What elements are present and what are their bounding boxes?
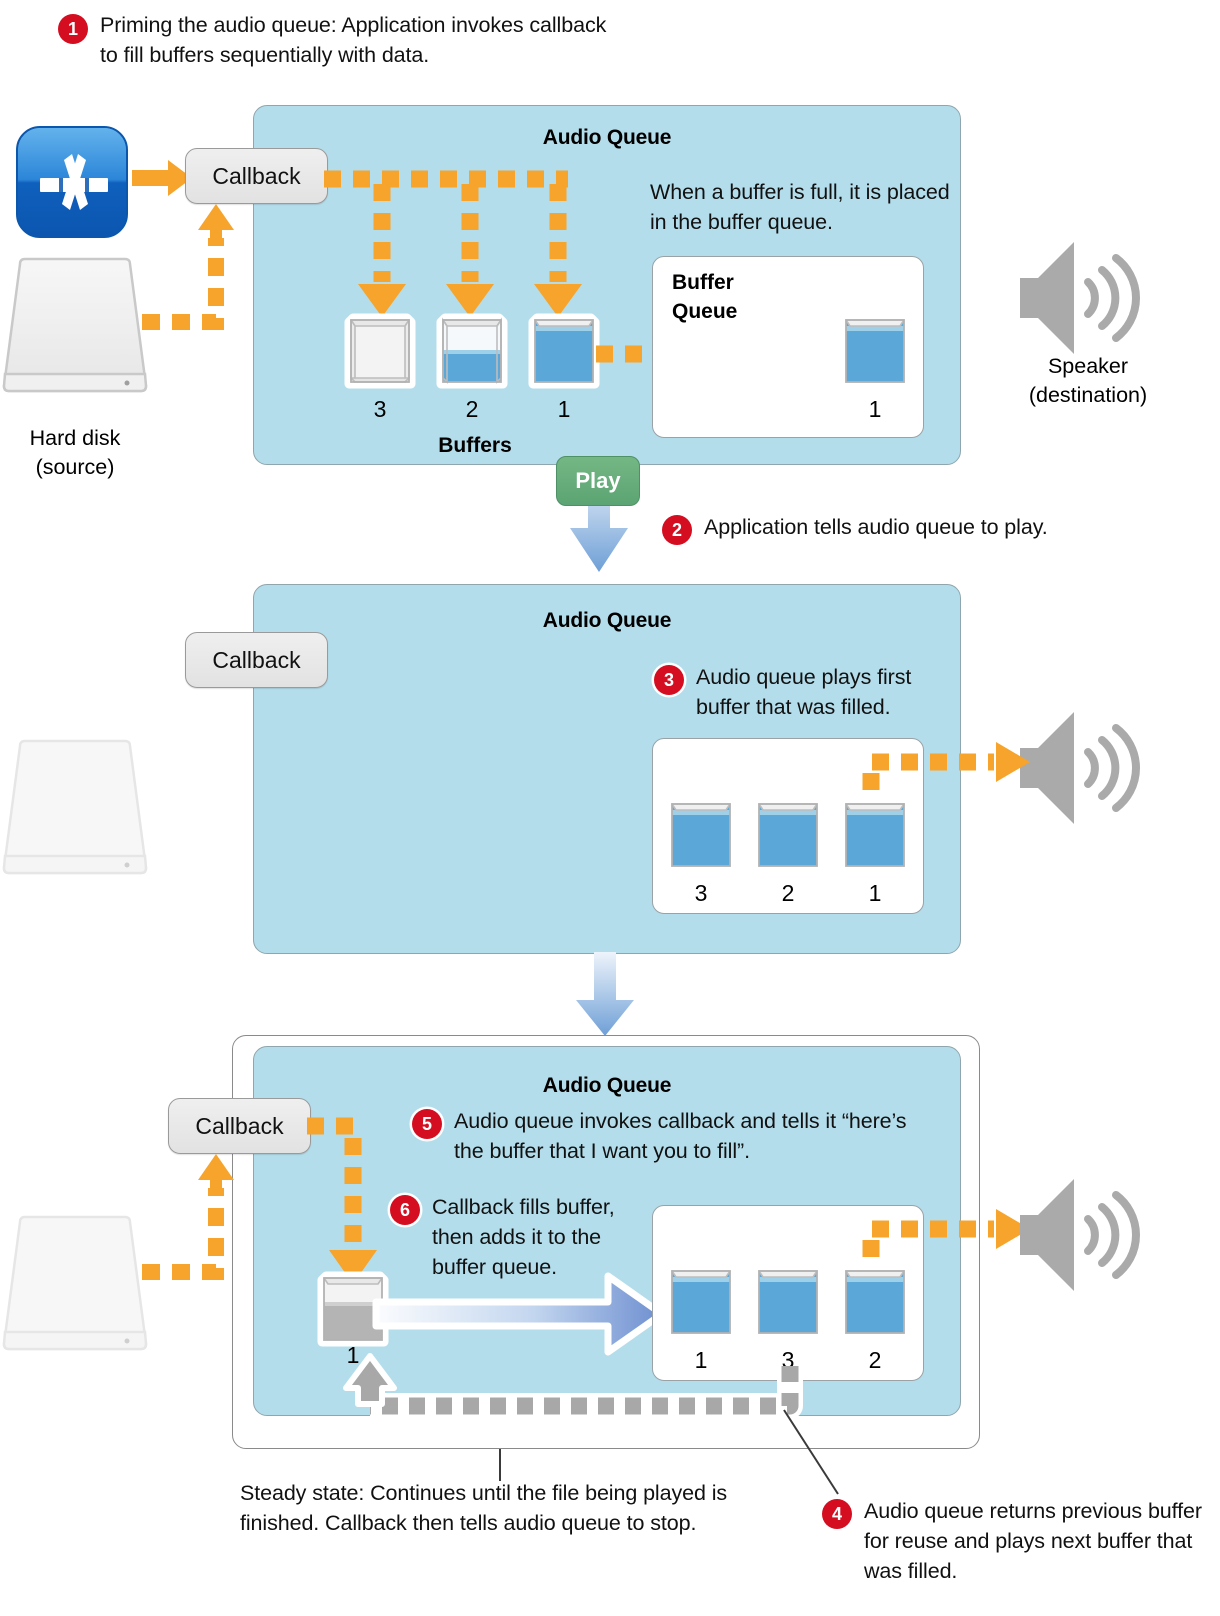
buffer-icon-empty — [344, 313, 416, 389]
callback-fill-dashed-bus — [320, 162, 620, 322]
audio-queue-title-1: Audio Queue — [542, 126, 672, 149]
callback-label-1: Callback — [212, 162, 301, 189]
buffer-icon-half — [436, 313, 508, 389]
hard-disk-label: Hard disk (source) — [0, 424, 160, 482]
buffer-queue-title-line2: Queue — [672, 300, 738, 323]
dashed-orange-path — [142, 204, 234, 334]
app-store-icon — [16, 126, 128, 238]
panel2-to-panel3-arrow — [572, 952, 638, 1040]
dashed-grey-return — [343, 1353, 803, 1419]
buffer-number: 2 — [868, 1347, 882, 1373]
callback-chip-2[interactable]: Callback — [185, 632, 328, 688]
buffer-number: 3 — [373, 396, 387, 422]
play-label: Play — [575, 468, 621, 493]
hard-disk-label-line1: Hard disk — [29, 426, 121, 450]
step-1-callout: 1 Priming the audio queue: Application i… — [58, 10, 618, 70]
step-badge-5: 5 — [412, 1109, 442, 1139]
hard-disk-glyph — [2, 739, 148, 875]
buffer-icon-full — [665, 1264, 737, 1340]
step-1-text: Priming the audio queue: Application inv… — [100, 13, 607, 67]
buffer-queue-item-1 — [839, 312, 916, 392]
step-badge-3: 3 — [654, 665, 684, 695]
callback-chip-1[interactable]: Callback — [185, 148, 328, 204]
hard-disk-label-line2: (source) — [35, 455, 115, 479]
step-4-text: Audio queue returns previous buffer for … — [864, 1499, 1202, 1583]
callback-label-2: Callback — [212, 646, 301, 673]
speaker-glyph — [1020, 1179, 1140, 1291]
speaker-glyph — [1020, 242, 1140, 354]
speaker-icon-3 — [1018, 1173, 1150, 1297]
buffers-label: Buffers — [438, 434, 512, 457]
step-badge-6: 6 — [390, 1195, 420, 1225]
dashed-orange-bus — [324, 170, 582, 317]
buffer-queue-items-2 — [665, 796, 911, 876]
buffer-icon-full — [528, 313, 600, 389]
buffer-queue-title: Buffer Queue — [672, 268, 737, 326]
buffers-svg-3 — [665, 1264, 911, 1340]
buffer-icon-full — [752, 797, 824, 873]
buffer-number: 1 — [557, 396, 571, 422]
buffer-icon-full — [752, 1264, 824, 1340]
buffer-number: 2 — [465, 396, 479, 422]
buffer-number: 2 — [781, 880, 795, 906]
hard-disk-glyph — [2, 1215, 148, 1351]
buffer-queue-items-3 — [665, 1263, 911, 1343]
queue-to-speaker-dashed-3 — [862, 1209, 1032, 1267]
step-3-text: Audio queue plays first buffer that was … — [696, 665, 912, 719]
step-4-leader-line — [782, 1408, 852, 1502]
step-badge-2: 2 — [662, 515, 692, 545]
step-badge-4: 4 — [822, 1499, 852, 1529]
steady-state-caption: Steady state: Continues until the file b… — [240, 1481, 728, 1535]
disk-to-callback-dashed-path-3 — [136, 1150, 246, 1280]
buffer-queue-title-line1: Buffer — [672, 271, 734, 294]
blue-right-arrow — [372, 1272, 666, 1356]
speaker-icon-1 — [1018, 236, 1150, 360]
buffer-return-dashed-path — [330, 1353, 810, 1428]
dashed-orange-to-speaker — [862, 742, 1030, 790]
step-2-text: Application tells audio queue to play. — [704, 515, 1048, 539]
dashed-orange-path — [307, 1117, 377, 1284]
step-4-callout: 4 Audio queue returns previous buffer fo… — [822, 1496, 1202, 1586]
disk-to-callback-dashed-path — [136, 200, 246, 334]
buffer-icon-full — [665, 797, 737, 873]
step-5-text: Audio queue invokes callback and tells i… — [454, 1109, 907, 1163]
audio-queue-title-2: Audio Queue — [542, 609, 672, 632]
dashed-orange-to-speaker — [862, 1209, 1030, 1257]
buffer-icon-full — [839, 797, 911, 873]
step-5-callout: 5 Audio queue invokes callback and tells… — [412, 1106, 912, 1166]
buffer-icon-full — [839, 313, 911, 389]
buffer-number: 3 — [694, 880, 708, 906]
speaker-label: Speaker (destination) — [990, 352, 1186, 410]
hard-disk-icon-ghost-3 — [2, 1215, 148, 1368]
buffer-full-note: When a buffer is full, it is placed in t… — [650, 180, 950, 234]
buffer-number: 1 — [868, 880, 882, 906]
speaker-glyph — [1020, 712, 1140, 824]
buffer-icon-full — [839, 1264, 911, 1340]
buffers-svg-1 — [344, 313, 600, 389]
speaker-icon-2 — [1018, 706, 1150, 830]
blue-down-arrow — [576, 952, 634, 1036]
fill-to-queue-arrow — [372, 1268, 666, 1360]
step-badge-1: 1 — [58, 14, 88, 44]
callback-label-3: Callback — [195, 1112, 284, 1139]
callback-to-buffer-dashed-3 — [305, 1108, 395, 1288]
dashed-orange-path — [142, 1154, 234, 1280]
speaker-label-line1: Speaker — [1047, 354, 1129, 378]
audio-queue-title-3: Audio Queue — [542, 1074, 672, 1097]
hard-disk-glyph — [2, 257, 148, 393]
callback-chip-3[interactable]: Callback — [168, 1098, 311, 1154]
step-2-callout: 2 Application tells audio queue to play. — [662, 512, 1122, 545]
play-button[interactable]: Play — [556, 456, 640, 506]
step-3-callout: 3 Audio queue plays first buffer that wa… — [654, 662, 964, 722]
queue-to-speaker-dashed-2 — [862, 742, 1032, 800]
hard-disk-icon-ghost-2 — [2, 739, 148, 892]
buffers-group-1 — [344, 312, 605, 392]
buffer-number: 1 — [868, 396, 882, 422]
leader-line-diagonal — [783, 1409, 839, 1495]
speaker-label-line2: (destination) — [1028, 383, 1148, 407]
buffers-svg-2 — [665, 797, 911, 873]
app-store-glyph — [18, 128, 126, 236]
hard-disk-icon — [2, 257, 148, 410]
